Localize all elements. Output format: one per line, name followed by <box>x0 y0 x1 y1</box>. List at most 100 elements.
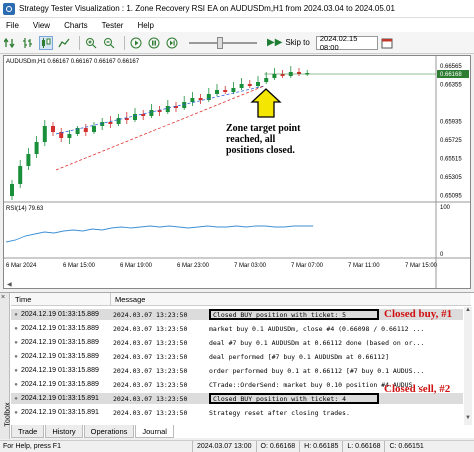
toolbox-panel: × Toolbox Time Message ● 2024.12.19 01:33… <box>0 292 474 439</box>
candle-body <box>133 114 137 120</box>
candle-body <box>239 84 244 88</box>
speed-slider[interactable] <box>189 36 257 50</box>
candle-body <box>34 142 39 154</box>
scroll-down-icon[interactable]: ▼ <box>464 415 472 423</box>
play-icon[interactable] <box>129 36 143 50</box>
log-time: 2024.12.19 01:33:15.889 <box>21 367 99 374</box>
status-date: 2024.03.07 13:00 <box>192 441 256 452</box>
sim-time: 2024.03.07 13:23:50 <box>113 352 188 361</box>
skip-to-button[interactable]: ▶▶ Skip to <box>267 37 310 48</box>
tab-history[interactable]: History <box>45 425 83 438</box>
price-tick-label: 0.65515 <box>440 157 462 163</box>
close-icon[interactable]: × <box>1 294 5 301</box>
slider-thumb[interactable] <box>217 36 223 49</box>
toolbar: ▶▶ Skip to 2024.02.15 08:00 <box>0 32 474 54</box>
sim-time: 2024.03.07 13:23:50 <box>113 310 188 319</box>
candle-body <box>247 84 252 86</box>
sim-time: 2024.03.07 13:23:50 <box>113 324 188 333</box>
scroll-up-icon[interactable]: ▲ <box>464 307 472 315</box>
title-bar: Strategy Tester Visualization : 1. Zone … <box>0 0 474 18</box>
step-icon[interactable] <box>165 36 179 50</box>
time-tick-label: 6 Mar 15:00 <box>63 263 96 269</box>
chart-scroll-icon[interactable]: ◀ <box>7 282 12 288</box>
log-message: Strategy reset after closing trades. <box>209 408 350 417</box>
candle-body <box>264 78 269 82</box>
menu-bar: File View Charts Tester Help <box>0 18 474 32</box>
time-tick-label: 6 Mar 23:00 <box>177 263 210 269</box>
log-time: 2024.12.19 01:33:15.891 <box>21 409 99 416</box>
tab-journal[interactable]: Journal <box>135 425 174 438</box>
menu-file[interactable]: File <box>6 21 19 30</box>
info-icon: ● <box>14 409 18 416</box>
log-time: 2024.12.19 01:33:15.889 <box>21 325 99 332</box>
skip-arrow-icon: ▶▶ <box>267 37 283 48</box>
status-bar: For Help, press F1 2024.03.07 13:00 O: 0… <box>0 440 474 452</box>
rsi-scale-max: 100 <box>440 205 451 211</box>
info-icon: ● <box>14 367 18 374</box>
time-tick-label: 6 Mar 19:00 <box>120 263 153 269</box>
candle-body <box>165 106 170 112</box>
candle-body <box>26 154 31 166</box>
time-tick-label: 7 Mar 03:00 <box>234 263 267 269</box>
line-chart-icon[interactable] <box>57 36 71 50</box>
log-time: 2024.12.19 01:33:15.889 <box>21 381 99 388</box>
candle-body <box>231 88 236 92</box>
status-low: L: 0.66168 <box>342 441 384 452</box>
candle-body <box>51 126 55 132</box>
calendar-icon[interactable] <box>380 36 394 50</box>
status-high: H: 0.66185 <box>299 441 342 452</box>
table-row[interactable]: ● 2024.12.19 01:33:15.889 2024.03.07 13:23… <box>11 337 463 348</box>
sim-time: 2024.03.07 13:23:50 <box>113 408 188 417</box>
price-tick-label: 0.65935 <box>440 120 462 126</box>
toolbar-separator <box>79 35 80 50</box>
journal-scrollbar[interactable]: ▲ ▼ <box>464 307 472 425</box>
tab-trade[interactable]: Trade <box>11 425 45 438</box>
sim-time: 2024.03.07 13:23:50 <box>113 338 188 347</box>
log-message: order performed buy 0.1 at 0.66112 [#7 b… <box>209 366 425 375</box>
bar-chart-icon[interactable] <box>21 36 35 50</box>
zoom-out-icon[interactable] <box>102 36 116 50</box>
price-panel <box>4 56 436 202</box>
zoom-in-icon[interactable] <box>84 36 98 50</box>
tab-operations[interactable]: Operations <box>83 425 135 438</box>
price-tick-label: 0.65305 <box>440 175 462 181</box>
skip-date-input[interactable]: 2024.02.15 08:00 <box>315 34 378 52</box>
info-icon: ● <box>14 381 18 388</box>
candle-body <box>10 184 14 196</box>
candle-body <box>272 74 277 78</box>
col-time-header[interactable]: Time <box>11 293 111 305</box>
sim-time: 2024.03.07 13:23:50 <box>113 380 188 389</box>
green-arrows-icon[interactable] <box>3 36 17 50</box>
log-time: 2024.12.19 01:33:15.889 <box>21 339 99 346</box>
log-message: deal #7 buy 0.1 AUDUSDm at 0.66112 done … <box>209 338 425 347</box>
slider-track <box>189 41 257 44</box>
time-tick-label: 7 Mar 07:00 <box>291 263 324 269</box>
chart-window[interactable]: AUDUSDm,H1 0.66167 0.66167 0.66167 0.661… <box>3 55 471 289</box>
col-message-header[interactable]: Message <box>111 295 145 304</box>
menu-charts[interactable]: Charts <box>64 21 88 30</box>
candle-body <box>215 90 219 94</box>
log-time: 2024.12.19 01:33:15.889 <box>21 311 99 318</box>
annotation-closed-sell: Closed sell, #2 <box>384 383 451 395</box>
table-row[interactable]: ● 2024.12.19 01:33:15.891 2024.03.07 13:23… <box>11 407 463 418</box>
log-message: Closed BUY position with ticket: 4 <box>209 393 379 404</box>
menu-view[interactable]: View <box>33 21 50 30</box>
info-icon: ● <box>14 395 18 402</box>
table-row[interactable]: ● 2024.12.19 01:33:15.889 2024.03.07 13:23… <box>11 351 463 362</box>
price-chart[interactable]: AUDUSDm,H1 0.66167 0.66167 0.66167 0.661… <box>4 56 470 288</box>
log-message: Closed BUY position with ticket: 5 <box>209 309 379 320</box>
candle-body <box>297 72 301 74</box>
rsi-label: RSI(14) 79.63 <box>6 206 44 212</box>
pause-icon[interactable] <box>147 36 161 50</box>
candle-body <box>83 128 88 132</box>
status-help: For Help, press F1 <box>3 443 61 450</box>
menu-tester[interactable]: Tester <box>102 21 124 30</box>
price-scale: 0.66565 0.66355 0.65935 0.65725 0.65515 0.653… <box>440 64 462 200</box>
candlestick-icon[interactable] <box>39 35 53 50</box>
menu-help[interactable]: Help <box>137 21 153 30</box>
table-row[interactable]: ● 2024.12.19 01:33:15.889 2024.03.07 13:23… <box>11 323 463 334</box>
candle-body <box>67 134 72 138</box>
time-tick-label: 7 Mar 15:00 <box>405 263 438 269</box>
status-open: O: 0.66168 <box>255 441 300 452</box>
table-row[interactable]: ● 2024.12.19 01:33:15.889 2024.03.07 13:23… <box>11 365 463 376</box>
